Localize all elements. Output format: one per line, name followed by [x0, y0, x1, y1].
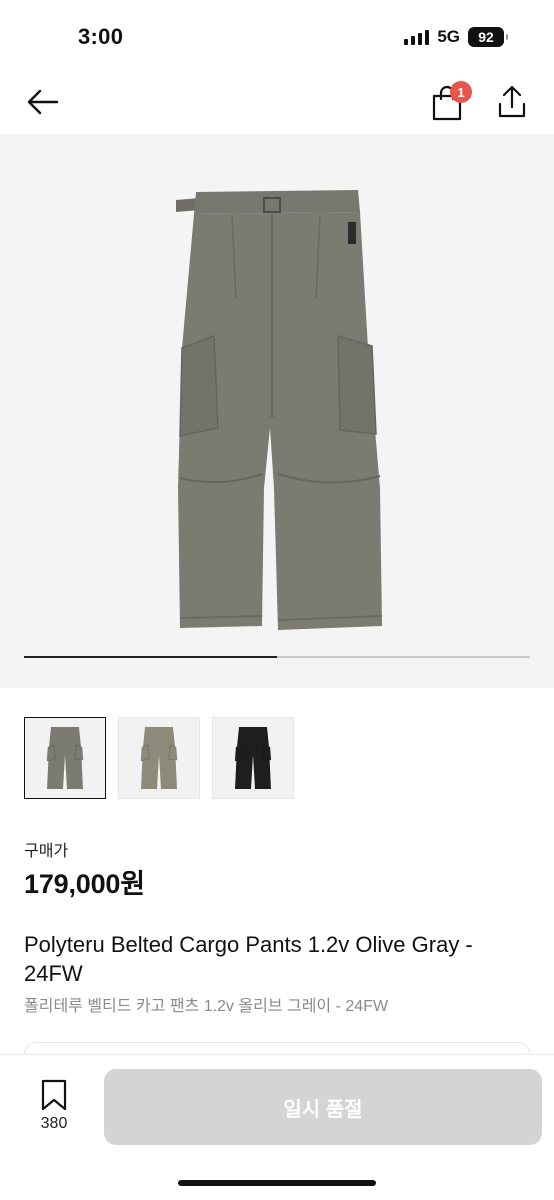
signal-icon: [404, 29, 430, 45]
bottom-action-bar: 380 일시 품절: [0, 1054, 554, 1200]
thumbnail-image: [234, 727, 272, 789]
battery-level: 92: [478, 29, 494, 45]
network-label: 5G: [437, 27, 460, 46]
nav-bar: 1: [0, 72, 554, 134]
color-thumbnail[interactable]: [212, 717, 294, 799]
home-indicator: [178, 1180, 376, 1186]
battery-icon: 92: [468, 27, 508, 47]
status-time: 3:00: [78, 24, 124, 49]
bookmark-icon: [41, 1079, 67, 1111]
status-indicators: 5G 92: [404, 27, 508, 47]
wishlist-count: 380: [40, 1115, 68, 1132]
price-value: 179,000원: [24, 869, 145, 899]
back-arrow-icon: [27, 89, 59, 115]
product-title: Polyteru Belted Cargo Pants 1.2v Olive G…: [24, 932, 473, 986]
carousel-progress-fill: [24, 656, 277, 658]
share-button[interactable]: [494, 82, 530, 122]
back-button[interactable]: [22, 84, 62, 120]
thumbnail-image: [46, 727, 84, 789]
color-thumbnails: [24, 717, 294, 799]
cart-count-badge: 1: [450, 81, 472, 103]
color-thumbnail[interactable]: [118, 717, 200, 799]
thumbnail-image: [140, 727, 178, 789]
product-image-carousel[interactable]: [0, 134, 554, 688]
carousel-progress-track: [24, 656, 530, 658]
product-image: [176, 190, 383, 630]
status-bar: 3:00 5G 92: [0, 0, 554, 72]
sold-out-button[interactable]: 일시 품절: [104, 1069, 542, 1145]
color-thumbnail[interactable]: [24, 717, 106, 799]
price-label: 구매가: [24, 843, 69, 860]
wishlist-button[interactable]: 380: [32, 1079, 76, 1139]
cart-button[interactable]: 1: [428, 81, 472, 122]
product-subtitle: 폴리테루 벨티드 카고 팬츠 1.2v 올리브 그레이 - 24FW: [24, 998, 389, 1015]
share-icon: [498, 85, 526, 118]
